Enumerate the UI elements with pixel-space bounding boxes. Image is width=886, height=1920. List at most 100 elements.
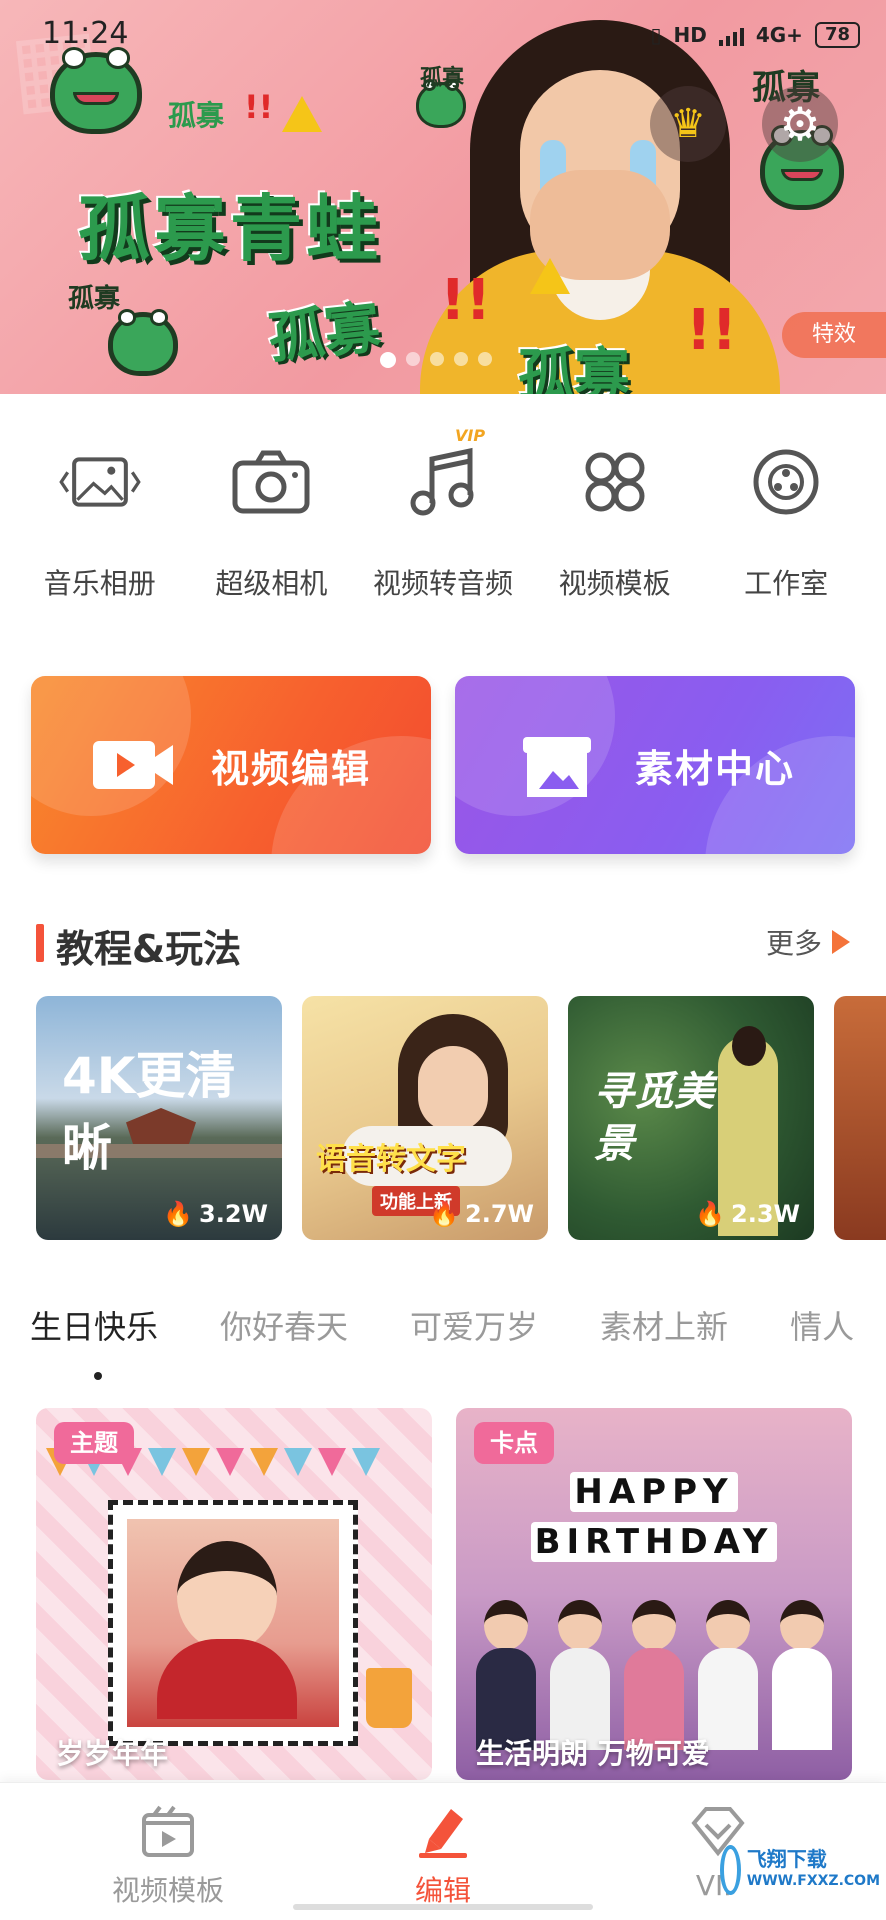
tutorial-list: 4K更清晰 🔥 3.2W 语音转文字 功能上新 🔥 2.7W 寻觅美景 🔥 2.… bbox=[36, 996, 814, 1240]
nav-video-template[interactable]: 视频模板 bbox=[68, 1803, 268, 1909]
cake-icon bbox=[366, 1668, 412, 1728]
vip-badge: VIP bbox=[454, 426, 486, 445]
template-card[interactable]: 主题 岁岁年年 bbox=[36, 1408, 432, 1780]
tutorials-title: 教程&玩法 bbox=[56, 927, 242, 971]
heat-count: 🔥 2.3W bbox=[695, 1200, 800, 1228]
watermark-logo: 飞翔下载 WWW.FXXZ.COM bbox=[720, 1838, 880, 1902]
birthday-text: BIRTHDAY bbox=[456, 1522, 852, 1562]
tool-label: 音乐相册 bbox=[43, 567, 156, 600]
tutorial-card[interactable]: 寻觅美景 🔥 2.3W bbox=[568, 996, 814, 1240]
banner-text-mid: 孤寡 bbox=[265, 295, 384, 372]
hd-icon: HD bbox=[673, 23, 707, 47]
template-title: 岁岁年年 bbox=[56, 1737, 169, 1770]
edit-pencil-icon bbox=[415, 1803, 471, 1859]
film-reel-icon bbox=[744, 440, 828, 524]
store-icon bbox=[515, 735, 599, 797]
heat-count: 🔥 3.2W bbox=[163, 1200, 268, 1228]
banner-page-indicator bbox=[380, 352, 492, 368]
tab-new-material[interactable]: 素材上新 bbox=[600, 1302, 728, 1348]
fire-icon: 🔥 bbox=[163, 1200, 193, 1228]
watermark-text: 飞翔下载 WWW.FXXZ.COM bbox=[746, 1847, 880, 1889]
page-dot bbox=[406, 352, 420, 366]
banner-exclaim-3: !! bbox=[686, 298, 738, 363]
tool-label: 视频转音频 bbox=[372, 567, 513, 600]
status-bar: 11:24 ▯ HD 4G+ 78 bbox=[0, 0, 886, 62]
settings-button[interactable]: ⚙ bbox=[762, 86, 838, 162]
template-photo bbox=[127, 1519, 339, 1727]
warning-icon bbox=[282, 96, 322, 132]
frog-sticker-icon bbox=[108, 309, 178, 376]
camera-icon bbox=[229, 440, 313, 524]
hero-banner[interactable]: ▦ 11:24 ▯ HD 4G+ 78 孤寡 !! 孤寡 孤寡 孤寡 孤寡青蛙 bbox=[0, 0, 886, 394]
material-center-card[interactable]: 素材中心 bbox=[455, 676, 855, 854]
tool-video-to-audio[interactable]: VIP 视频转音频 bbox=[363, 426, 523, 602]
home-indicator bbox=[293, 1904, 593, 1910]
warning-icon bbox=[530, 258, 570, 294]
image-icon bbox=[58, 440, 142, 524]
banner-text-small: 孤寡 bbox=[168, 99, 225, 132]
effect-tag[interactable]: 特效 bbox=[782, 312, 886, 358]
tutorial-card[interactable]: 4K更清晰 🔥 3.2W bbox=[36, 996, 282, 1240]
category-tabs: 生日快乐 你好春天 可爱万岁 素材上新 情人 bbox=[30, 1302, 886, 1348]
status-icons: ▯ HD 4G+ 78 bbox=[650, 22, 860, 48]
battery-icon: 78 bbox=[814, 22, 860, 48]
nav-label: 编辑 bbox=[414, 1874, 471, 1907]
section-accent-bar bbox=[36, 924, 44, 962]
page-dot bbox=[454, 352, 468, 366]
status-time: 11:24 bbox=[42, 16, 129, 51]
video-camera-icon bbox=[91, 735, 175, 795]
template-badge: 卡点 bbox=[474, 1422, 554, 1464]
heat-count: 🔥 2.7W bbox=[429, 1200, 534, 1228]
party-photo bbox=[476, 1580, 832, 1750]
tool-video-template[interactable]: 视频模板 bbox=[535, 440, 695, 602]
tutorial-caption: 4K更清晰 bbox=[62, 1047, 236, 1177]
gear-icon: ⚙ bbox=[779, 97, 821, 151]
banner-text-small-4: 孤寡 bbox=[68, 284, 121, 314]
frog-sticker-icon bbox=[50, 46, 142, 134]
fire-icon: 🔥 bbox=[695, 1200, 725, 1228]
template-grid-icon bbox=[573, 440, 657, 524]
nav-label: 视频模板 bbox=[111, 1874, 224, 1907]
tool-label: 超级相机 bbox=[215, 567, 328, 600]
tutorial-card[interactable]: 语音转文字 功能上新 🔥 2.7W bbox=[302, 996, 548, 1240]
tool-studio[interactable]: 工作室 bbox=[706, 440, 866, 602]
crown-icon: ♛ bbox=[670, 101, 706, 147]
banner-exclaim-2: !! bbox=[440, 268, 492, 333]
page-dot bbox=[380, 352, 396, 368]
tool-super-camera[interactable]: 超级相机 bbox=[191, 440, 351, 602]
template-card[interactable]: HAPPY BIRTHDAY 卡点 生活明朗 万物可爱 bbox=[456, 1408, 852, 1780]
banner-title: 孤寡青蛙 bbox=[78, 187, 383, 271]
tab-cute[interactable]: 可爱万岁 bbox=[410, 1302, 538, 1348]
tutorials-header: 教程&玩法 更多 bbox=[36, 918, 850, 971]
signal-icon bbox=[718, 24, 744, 46]
happy-text: HAPPY bbox=[456, 1472, 852, 1512]
play-arrow-icon bbox=[832, 930, 850, 954]
tab-valentine[interactable]: 情人 bbox=[790, 1302, 854, 1348]
photo-frame bbox=[108, 1500, 358, 1746]
tool-label: 工作室 bbox=[744, 567, 829, 600]
tool-music-album[interactable]: 音乐相册 bbox=[20, 440, 180, 602]
vibrate-icon: ▯ bbox=[650, 23, 662, 47]
crown-vip-button[interactable]: ♛ bbox=[650, 86, 726, 162]
more-link[interactable]: 更多 bbox=[766, 922, 850, 962]
tab-birthday[interactable]: 生日快乐 bbox=[30, 1302, 158, 1348]
fire-icon: 🔥 bbox=[429, 1200, 459, 1228]
watermark-icon bbox=[720, 1845, 741, 1895]
tab-spring[interactable]: 你好春天 bbox=[220, 1302, 348, 1348]
more-label: 更多 bbox=[765, 927, 822, 960]
banner-text-mid-2: 孤寡 bbox=[518, 343, 630, 394]
active-tab-indicator bbox=[94, 1372, 102, 1380]
video-edit-card[interactable]: 视频编辑 bbox=[31, 676, 431, 854]
nav-edit[interactable]: 编辑 bbox=[343, 1803, 543, 1909]
tutorial-caption: 寻觅美景 bbox=[594, 1069, 714, 1167]
tutorial-caption: 语音转文字 bbox=[316, 1142, 466, 1177]
page-dot bbox=[430, 352, 444, 366]
page-dot bbox=[478, 352, 492, 366]
template-title: 生活明朗 万物可爱 bbox=[476, 1737, 710, 1770]
music-note-icon bbox=[401, 440, 485, 524]
video-edit-label: 视频编辑 bbox=[210, 746, 371, 791]
quick-tools-row: 音乐相册 超级相机 VIP 视频转音频 视频模板 工作室 bbox=[0, 426, 886, 602]
template-badge: 主题 bbox=[54, 1422, 134, 1464]
tutorial-card-peek[interactable] bbox=[834, 996, 886, 1240]
banner-exclaim: !! bbox=[244, 88, 274, 126]
